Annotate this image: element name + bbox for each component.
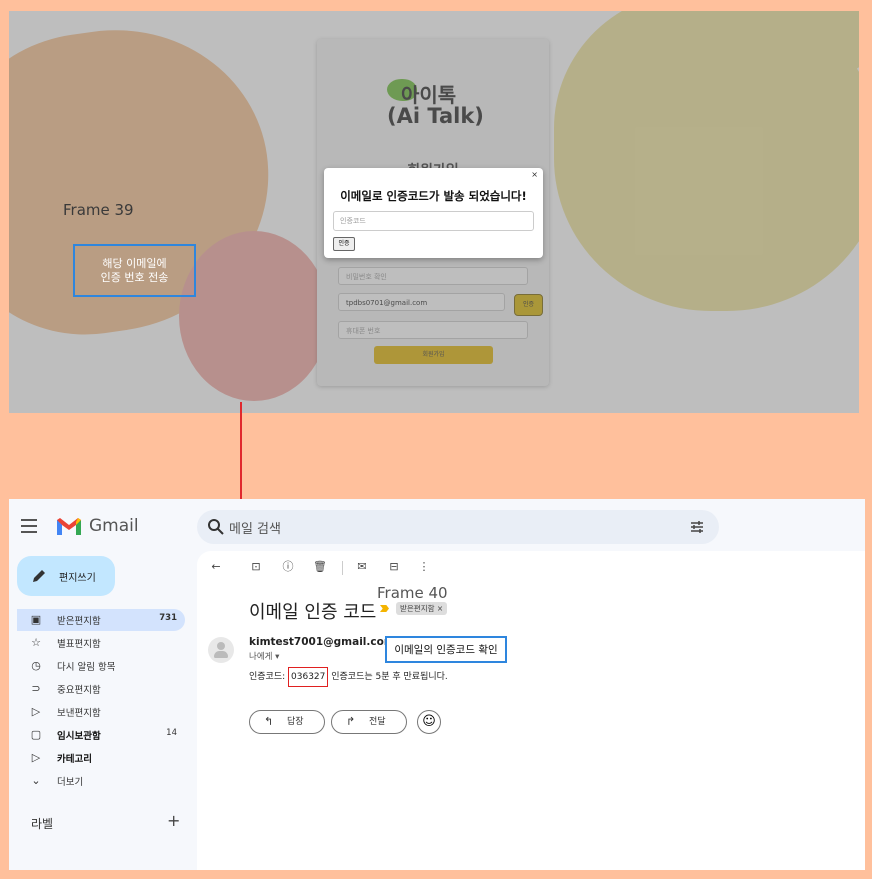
forward-icon: ↱ (346, 715, 356, 728)
sidebar-item-inbox[interactable]: ▣ 받은편지함 731 (17, 609, 185, 631)
back-icon[interactable]: ← (209, 560, 223, 574)
avatar (208, 637, 234, 663)
verification-modal: × 이메일로 인증코드가 발송 되었습니다! 인증코드 인증 (324, 168, 543, 258)
inbox-label-chip[interactable]: 받은편지함 × (396, 602, 448, 615)
recipient-dropdown[interactable]: 나에게 ▾ (249, 650, 279, 662)
annotation-text: 이메일의 인증코드 확인 (394, 644, 498, 656)
sidebar-item-label: 별표편지함 (57, 639, 101, 650)
draft-count: 14 (166, 728, 177, 738)
more-options-icon[interactable]: ⋮ (417, 560, 431, 574)
mail-subject: 이메일 인증 코드 (249, 602, 377, 623)
important-icon: ⊃ (31, 682, 41, 695)
gmail-frame: Gmail 메일 검색 편지쓰기 ▣ 받은편지함 731 ☆ 별표편지함 ◷ 다… (9, 499, 865, 870)
archive-icon[interactable]: ⊡ (249, 560, 263, 574)
sidebar-item-snoozed[interactable]: ◷ 다시 알림 항목 (17, 655, 185, 677)
send-icon: ▷ (31, 705, 41, 718)
sidebar-item-label: 받은편지함 (57, 616, 101, 627)
search-icon[interactable] (207, 518, 225, 536)
annotation-box: 이메일의 인증코드 확인 (385, 636, 507, 663)
sidebar-item-label: 보낸편지함 (57, 708, 101, 719)
unread-count: 731 (159, 613, 177, 623)
star-icon: ☆ (31, 636, 41, 649)
flow-arrow-line (240, 402, 242, 512)
toolbar-divider (342, 561, 343, 575)
mark-unread-icon[interactable]: ✉ (355, 560, 369, 574)
labels-heading: 라벨 (31, 817, 54, 831)
report-spam-icon[interactable]: ⓘ (281, 560, 295, 574)
message-panel: ← ⊡ ⓘ 🗑 ✉ ⊟ ⋮ Frame 40 이메일 인증 코드 받은편지함 ×… (197, 551, 865, 870)
sidebar-item-sent[interactable]: ▷ 보낸편지함 (17, 701, 185, 723)
verification-confirm-button[interactable]: 인증 (333, 237, 355, 251)
pencil-icon (33, 570, 45, 582)
menu-icon[interactable] (21, 519, 37, 537)
emoji-reaction-icon[interactable]: ☺ (417, 710, 441, 734)
sidebar-item-label: 다시 알림 항목 (57, 662, 116, 673)
sidebar-item-label: 임시보관함 (57, 731, 101, 742)
sidebar-item-drafts[interactable]: ▢ 임시보관함 14 (17, 724, 185, 746)
sender-address: kimtest7001@gmail.com (249, 636, 395, 648)
chevron-down-icon: ⌄ (31, 774, 41, 787)
mail-body: 인증코드: 036327 인증코드는 5분 후 만료됩니다. (249, 667, 448, 687)
search-input[interactable]: 메일 검색 (229, 518, 281, 537)
add-label-icon[interactable]: + (167, 811, 180, 830)
move-to-icon[interactable]: ⊟ (387, 560, 401, 574)
sidebar-item-label: 더보기 (57, 777, 84, 788)
draft-icon: ▢ (30, 728, 42, 741)
close-icon[interactable]: × (531, 170, 538, 179)
forward-label: 전달 (369, 717, 386, 727)
reply-icon: ↰ (264, 715, 274, 728)
category-icon: ▷ (31, 751, 41, 764)
body-suffix: 인증코드는 5분 후 만료됩니다. (328, 672, 448, 682)
verification-code-input[interactable]: 인증코드 (333, 211, 534, 231)
verification-code: 036327 (288, 667, 329, 687)
sidebar-item-important[interactable]: ⊃ 중요편지함 (17, 678, 185, 700)
sidebar-item-starred[interactable]: ☆ 별표편지함 (17, 632, 185, 654)
frame-label: Frame 39 (63, 201, 134, 219)
gmail-logo-icon (57, 518, 81, 535)
modal-title: 이메일로 인증코드가 발송 되었습니다! (340, 189, 527, 203)
search-options-icon[interactable] (689, 519, 705, 535)
body-prefix: 인증코드: (249, 672, 289, 682)
signup-frame: 아이톡 (Ai Talk) 회원가입 비밀번호 확인 tpdbs0701@gma… (9, 11, 859, 413)
reply-label: 답장 (287, 717, 304, 727)
sidebar-item-label: 중요편지함 (57, 685, 101, 696)
annotation-box: 해당 이메일에 인증 번호 전송 (73, 244, 196, 297)
gmail-brand: Gmail (89, 516, 139, 536)
sidebar-item-more[interactable]: ⌄ 더보기 (17, 770, 185, 792)
sidebar-item-label: 카테고리 (57, 754, 92, 765)
frame-label: Frame 40 (377, 584, 448, 602)
inbox-icon: ▣ (30, 613, 42, 626)
annotation-line: 인증 번호 전송 (100, 270, 169, 284)
compose-label: 편지쓰기 (59, 573, 96, 584)
compose-button[interactable]: 편지쓰기 (17, 556, 115, 596)
reply-button[interactable]: ↰ 답장 (249, 710, 325, 734)
forward-button[interactable]: ↱ 전달 (331, 710, 407, 734)
annotation-line: 해당 이메일에 (102, 256, 167, 270)
search-bar[interactable]: 메일 검색 (197, 510, 719, 544)
sidebar-item-categories[interactable]: ▷ 카테고리 (17, 747, 185, 769)
clock-icon: ◷ (31, 659, 41, 672)
delete-icon[interactable]: 🗑 (313, 560, 327, 574)
important-marker-icon[interactable] (380, 605, 389, 612)
